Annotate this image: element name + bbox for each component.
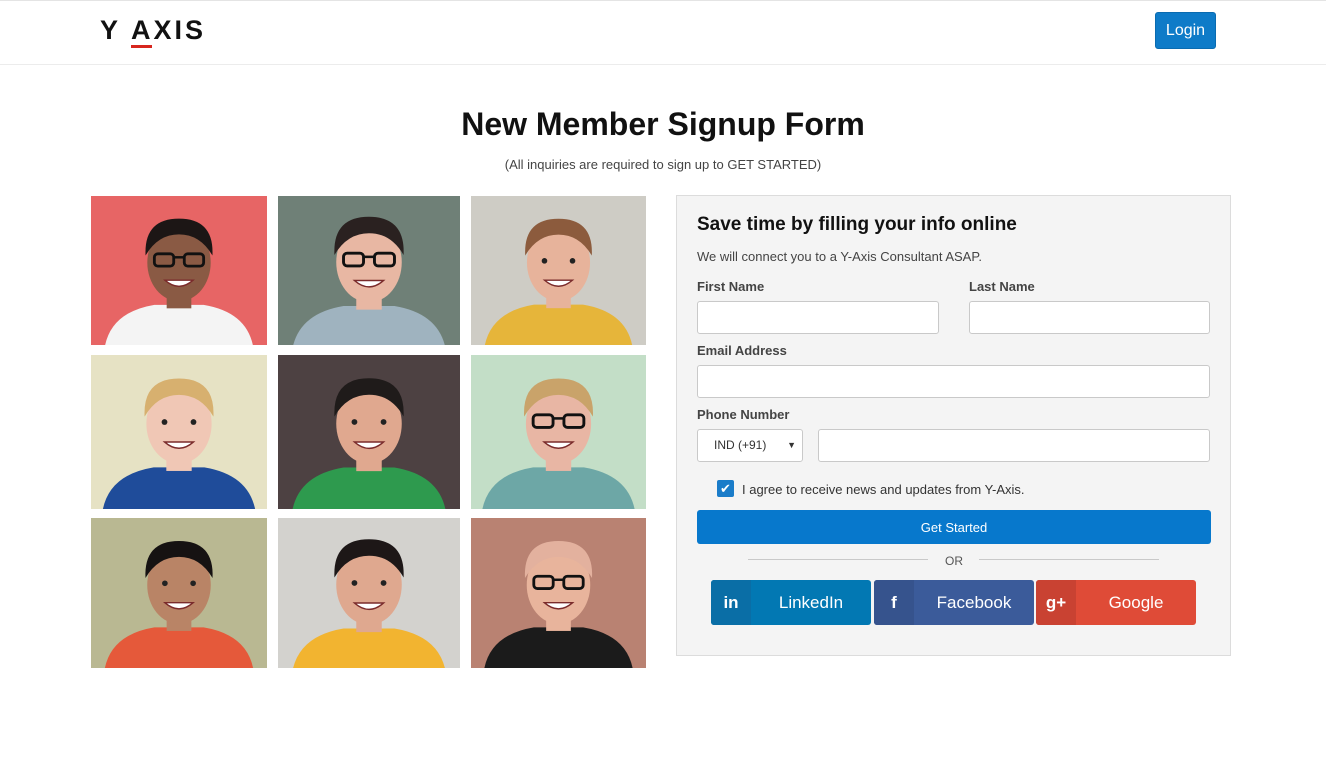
email-label: Email Address xyxy=(697,343,787,358)
google-signin-button[interactable]: g+ Google xyxy=(1036,580,1196,625)
agree-checkbox[interactable]: ✔ xyxy=(717,480,734,497)
country-code-select[interactable]: IND (+91) ▼ xyxy=(697,429,803,462)
facebook-label: Facebook xyxy=(936,593,1012,612)
page-title: New Member Signup Form xyxy=(461,106,865,142)
top-navbar: Y AXIS Login xyxy=(0,0,1326,65)
login-button[interactable]: Login xyxy=(1155,12,1216,49)
first-name-input[interactable] xyxy=(697,301,939,334)
avatar-woman-ponytail-grey-bg xyxy=(278,518,460,668)
avatar-woman-glasses-green-bg xyxy=(278,196,460,345)
google-label: Google xyxy=(1108,593,1164,612)
agree-label: I agree to receive news and updates from… xyxy=(742,482,1025,497)
email-input[interactable] xyxy=(697,365,1210,398)
avatar-man-beard-grey-bg xyxy=(471,196,646,345)
phone-input[interactable] xyxy=(818,429,1210,462)
form-title: Save time by filling your info online xyxy=(697,214,1017,235)
last-name-label: Last Name xyxy=(969,279,1035,294)
chevron-down-icon: ▼ xyxy=(787,440,796,450)
or-text: OR xyxy=(945,554,963,568)
linkedin-icon: in xyxy=(711,580,751,625)
page-subtitle: (All inquiries are required to sign up t… xyxy=(504,157,822,172)
facebook-icon: f xyxy=(874,580,914,625)
first-name-label: First Name xyxy=(697,279,765,294)
signup-form-panel: Save time by filling your info online We… xyxy=(676,195,1231,656)
check-icon: ✔ xyxy=(720,481,731,496)
avatar-woman-blonde-cream-bg xyxy=(91,355,267,509)
avatar-man-bald-brown-bg xyxy=(471,518,646,668)
linkedin-signin-button[interactable]: in LinkedIn xyxy=(711,580,871,625)
avatar-man-green-sweater-dark-bg xyxy=(278,355,460,509)
facebook-signin-button[interactable]: f Facebook xyxy=(874,580,1034,625)
form-description: We will connect you to a Y-Axis Consulta… xyxy=(697,249,982,264)
avatar-woman-glasses-mint-bg xyxy=(471,355,646,509)
last-name-input[interactable] xyxy=(969,301,1210,334)
phone-label: Phone Number xyxy=(697,407,790,422)
country-code-value: IND (+91) xyxy=(714,438,767,452)
google-icon: g+ xyxy=(1036,580,1076,625)
or-divider-right xyxy=(979,559,1159,560)
linkedin-label: LinkedIn xyxy=(778,593,844,612)
avatar-man-glasses-red-bg xyxy=(91,196,267,345)
y-axis-logo[interactable]: Y AXIS xyxy=(100,15,207,48)
get-started-button[interactable]: Get Started xyxy=(697,510,1211,544)
logo-text-xis: XIS xyxy=(153,15,207,45)
logo-text-y: Y xyxy=(100,15,121,45)
or-divider-left xyxy=(748,559,928,560)
avatar-man-curly-olive-bg xyxy=(91,518,267,668)
logo-text-a: A xyxy=(131,15,154,48)
